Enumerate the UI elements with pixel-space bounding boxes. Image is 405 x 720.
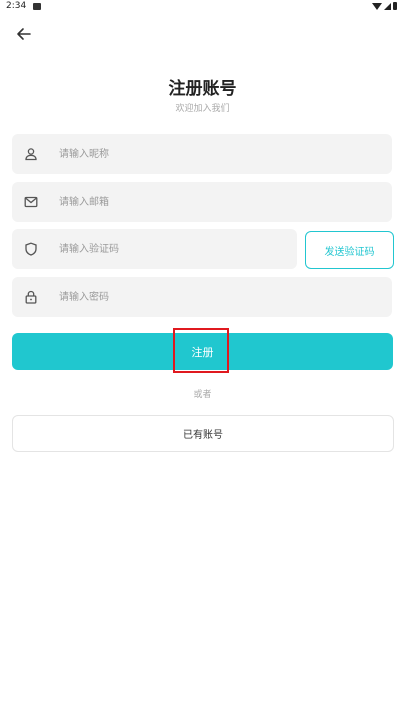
highlight-box (173, 328, 229, 373)
battery-icon (393, 2, 397, 10)
status-bar: 2:34 (0, 0, 405, 14)
have-account-label: 已有账号 (183, 430, 223, 441)
user-icon (23, 146, 39, 162)
page-subtitle: 欢迎加入我们 (175, 104, 230, 114)
nickname-field[interactable] (12, 134, 392, 174)
back-arrow-icon (17, 28, 31, 40)
or-divider-text: 或者 (193, 390, 212, 400)
nickname-input[interactable] (57, 147, 392, 161)
password-input[interactable] (57, 290, 392, 304)
lock-icon (23, 289, 39, 305)
code-input[interactable] (57, 242, 297, 256)
page-title: 注册账号 (168, 79, 237, 99)
email-input[interactable] (57, 195, 392, 209)
shield-icon (23, 241, 39, 257)
have-account-button[interactable]: 已有账号 (12, 415, 394, 452)
email-field[interactable] (12, 182, 392, 222)
wifi-icon (372, 2, 382, 10)
code-field[interactable] (12, 229, 297, 269)
password-field[interactable] (12, 277, 392, 317)
notification-icon (33, 3, 41, 10)
back-button[interactable] (14, 24, 34, 44)
signal-icon (384, 2, 391, 10)
status-icons (372, 2, 397, 10)
status-time: 2:34 (6, 1, 27, 11)
mail-icon (23, 194, 39, 210)
send-code-button[interactable]: 发送验证码 (305, 231, 394, 269)
